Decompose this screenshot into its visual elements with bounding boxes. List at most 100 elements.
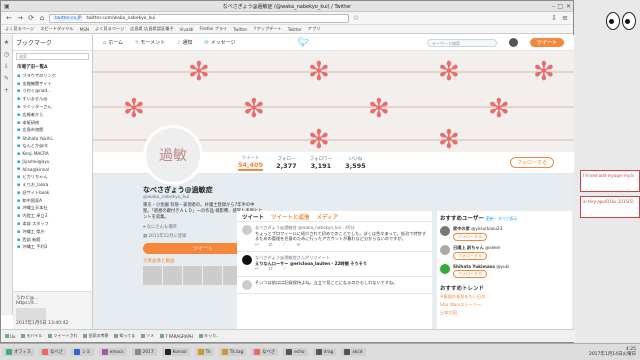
taskbar-item[interactable]: シミ xyxy=(71,348,94,356)
status-tab[interactable]: Uu xyxy=(5,334,15,339)
stat-followers[interactable]: フォロワー 3,191 xyxy=(310,156,333,170)
bookmark-item[interactable]: ▪ 和中国家A xyxy=(17,197,92,205)
bookmark-item[interactable]: ▪ Jiyamei@ayu xyxy=(17,158,92,166)
bookmark-item[interactable]: 広島県 広島県認証電子 xyxy=(130,26,173,32)
history-icon[interactable]: ◷ xyxy=(4,51,9,58)
tweet-item[interactable]: そいつは前はは記録保持よね。立立で見ことになるのかもしれないですね。 xyxy=(237,277,432,294)
taskbar-item[interactable]: オフィス xyxy=(3,348,35,356)
reload-icon[interactable]: ⟳ xyxy=(27,14,35,23)
profile-avatar[interactable]: 過敏 xyxy=(143,125,203,185)
minimize-icon[interactable]: – xyxy=(552,3,555,10)
user-avatar[interactable] xyxy=(440,264,450,274)
taskbar-item[interactable]: なべさ xyxy=(39,348,66,356)
tweet-avatar[interactable] xyxy=(242,255,252,265)
home-icon[interactable]: ⌂ xyxy=(38,14,46,23)
menu-icon[interactable]: ≡ xyxy=(561,14,569,23)
bookmark-item[interactable]: ▪ Alisa@kinnal xyxy=(17,166,92,174)
stat-likes[interactable]: いいね 3,595 xyxy=(345,156,366,170)
photo-thumb[interactable] xyxy=(163,266,182,285)
photo-thumb[interactable] xyxy=(203,266,222,285)
address-bar[interactable]: twitter.co.JP twitter.com/waka_nabekyo_k… xyxy=(49,13,349,23)
status-tab[interactable]: 7 PARAGRAPH xyxy=(160,334,193,339)
nav-notifications[interactable]: ♪ 通知 xyxy=(177,39,192,46)
tab-replies[interactable]: ツイートと返信 xyxy=(271,213,310,221)
bookmark-item[interactable]: よく見るページ xyxy=(5,26,34,32)
tweet-avatar[interactable] xyxy=(242,225,252,235)
desktop-note[interactable]: t-lnned-add-myagin-my.ls xyxy=(580,170,640,192)
bookmark-item[interactable]: Vivaldi xyxy=(179,27,193,32)
tab-tweets[interactable]: ツイート xyxy=(242,213,264,221)
bookmarks-icon[interactable]: ★ xyxy=(4,39,9,46)
follow-user-button[interactable]: フォローする xyxy=(453,233,487,241)
bookmark-item[interactable]: ▪ ツイッターさん xyxy=(17,103,92,111)
stat-following[interactable]: フォロー 2,377 xyxy=(276,156,297,170)
bookmark-item[interactable]: よく見るページ xyxy=(95,26,124,32)
reply-icon[interactable]: ↩ xyxy=(255,243,259,249)
bookmark-item[interactable]: ▪ 本部 スタッフ xyxy=(17,220,92,228)
site-identity[interactable]: twitter.co.JP xyxy=(53,15,84,21)
maximize-icon[interactable]: □ xyxy=(557,3,563,10)
like-icon[interactable]: ♡ xyxy=(283,267,287,273)
app-icon[interactable]: ▣ xyxy=(4,3,10,10)
photo-thumb[interactable] xyxy=(183,266,202,285)
preview-url[interactable]: https://t... xyxy=(16,301,90,306)
system-clock[interactable]: 4:25 2017年1月14日火曜日 xyxy=(589,347,636,357)
retweet-icon[interactable]: ⇄ xyxy=(269,267,273,273)
twitter-search-input[interactable]: キーワード検索 xyxy=(426,38,497,47)
bookmark-item[interactable]: ▪ うわぐ@nad... xyxy=(17,88,92,96)
tab-media[interactable]: メディア xyxy=(317,213,339,221)
user-avatar[interactable] xyxy=(440,245,450,255)
taskbar-item[interactable]: Tk.tag xyxy=(218,348,247,356)
close-icon[interactable]: ✕ xyxy=(566,3,571,10)
twitter-bird-icon[interactable]: 🐦︎ xyxy=(298,38,309,48)
status-tab[interactable]: モバイル xyxy=(21,333,42,339)
bookmark-item[interactable]: ▪ Kenji MACRA xyxy=(17,150,92,158)
back-icon[interactable]: ← xyxy=(5,14,13,23)
taskbar-item[interactable]: Konsol xyxy=(161,348,190,356)
trend-item[interactable]: #東国の意見をたい日の xyxy=(440,294,569,300)
desktop-note[interactable]: xl-tery-applQ16x 2015(5) xyxy=(580,196,640,218)
bookmark-item[interactable]: アプリ xyxy=(308,26,321,32)
download-panel-icon[interactable]: ⇩ xyxy=(4,63,9,70)
trend-item[interactable]: Star Warsストーリー xyxy=(440,302,569,308)
taskbar-item[interactable]: なべさ xyxy=(251,348,279,356)
follow-user-button[interactable]: フォローする xyxy=(453,252,487,260)
taskbar-item[interactable]: drag xyxy=(312,348,337,356)
bookmark-item[interactable]: ▪ えりお_lanka xyxy=(17,181,92,189)
add-panel-icon[interactable]: + xyxy=(4,87,9,94)
status-tab[interactable]: ツイートされ xyxy=(48,333,77,339)
bookmark-item[interactable]: ▪ 西部 新館 xyxy=(17,236,92,244)
status-tab[interactable]: 知ってま xyxy=(114,333,135,339)
taskbar-item[interactable]: 2017 xyxy=(131,348,157,356)
taskbar-item[interactable]: echo xyxy=(283,348,308,356)
bookmark-item[interactable]: ▪ なんとか@nt xyxy=(17,142,92,150)
tweet-avatar[interactable] xyxy=(242,279,252,290)
retweet-icon[interactable]: ⇄ xyxy=(269,243,273,249)
download-icon[interactable]: ⇩ xyxy=(550,14,558,23)
bookmark-folder[interactable]: 市場デ旧一覧A xyxy=(17,62,92,72)
follow-user-button[interactable]: フォローする xyxy=(453,270,487,278)
bookmark-item[interactable]: ▪ Shihata Yukihi... xyxy=(17,134,92,142)
bookmark-item[interactable]: Firefox プライ xyxy=(199,26,227,32)
bookmark-item[interactable]: ▪ 本紙研修 xyxy=(17,119,92,127)
photo-thumb[interactable] xyxy=(143,266,162,285)
bookmark-item[interactable]: ▪ 旧サイトbook xyxy=(17,189,92,197)
bookmark-item[interactable]: ▪ 沖縄工 県庁 xyxy=(17,228,92,236)
status-tab[interactable]: 旧家の考察 xyxy=(83,333,108,339)
taskbar-item[interactable]: Tk xyxy=(194,348,214,356)
notes-icon[interactable]: ✎ xyxy=(4,75,9,82)
bookmark-item[interactable]: ▪ すいません@ xyxy=(17,95,92,103)
bookmark-item[interactable]: ▪ ブラウザのリンク xyxy=(17,72,92,80)
trend-item[interactable]: 日本の国 xyxy=(440,310,569,316)
bookmark-item[interactable]: ▪ 広島市旅館 xyxy=(17,127,92,135)
mail-share-icon[interactable]: ✉ xyxy=(297,243,301,249)
reply-icon[interactable]: ↩ xyxy=(255,267,259,273)
bookmark-item[interactable]: ▪ 内陸工 卓立3 xyxy=(17,212,92,220)
tweet-item[interactable]: なべさぎょう@過敏症さんがリツイート えりなんローサー @ericlooa_la… xyxy=(237,252,432,277)
bookmark-star-icon[interactable]: ☆ xyxy=(352,14,360,23)
taskbar-item[interactable]: emacs xyxy=(98,348,127,356)
follow-button[interactable]: フォローする xyxy=(509,157,554,168)
bookmark-item[interactable]: !!アップデート xyxy=(253,26,281,32)
bookmark-item[interactable]: Twitter xyxy=(288,27,302,32)
taskbar-item[interactable]: xkcd xyxy=(341,348,366,356)
